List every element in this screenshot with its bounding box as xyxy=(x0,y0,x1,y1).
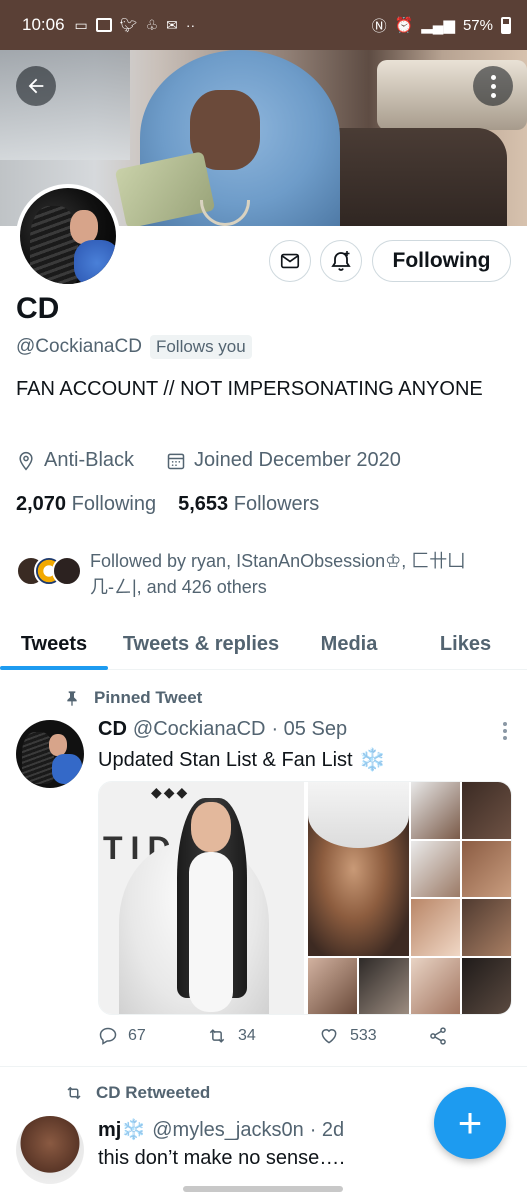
pin-icon xyxy=(67,691,77,706)
media-image-left[interactable]: ◆◆◆ TIDAL xyxy=(99,782,304,1014)
like-button[interactable]: 533 xyxy=(318,1026,428,1046)
follow-stats: 2,070 Following 5,653 Followers xyxy=(16,493,319,516)
tweet-author-handle: @CockianaCD xyxy=(132,718,266,740)
banner-window-left xyxy=(0,50,130,160)
retweet-author-handle: @myles_jacks0n xyxy=(152,1119,304,1141)
message-button[interactable] xyxy=(269,240,311,282)
heart-icon xyxy=(321,1029,337,1044)
calendar-icon xyxy=(167,453,185,469)
bell-plus-icon xyxy=(331,251,351,271)
retweet-header: mj❄️ @myles_jacks0n · 2d xyxy=(98,1117,344,1142)
tab-tweets-replies[interactable]: Tweets & replies xyxy=(108,620,294,669)
tab-likes[interactable]: Likes xyxy=(404,620,527,669)
tweet-divider xyxy=(0,1066,527,1067)
alarm-icon: ⏰ xyxy=(394,17,414,34)
compose-tweet-button[interactable]: + xyxy=(434,1087,506,1159)
follows-you-badge: Follows you xyxy=(149,335,252,359)
profile-tabs: Tweets Tweets & replies Media Likes xyxy=(0,620,527,670)
tweet-more-button[interactable] xyxy=(503,722,507,740)
nfc-icon: Ⓝ xyxy=(371,17,387,35)
plus-icon: + xyxy=(457,1099,483,1146)
notifications-button[interactable] xyxy=(320,240,362,282)
snowflake-emoji: ❄️ xyxy=(358,747,386,772)
tweet-media[interactable]: ◆◆◆ TIDAL xyxy=(98,781,512,1015)
tweet-actions: 67 34 533 xyxy=(98,1026,498,1046)
share-button[interactable] xyxy=(428,1026,448,1046)
profile-display-name: CD xyxy=(16,292,60,325)
reply-icon xyxy=(99,1027,117,1045)
followed-by-avatars xyxy=(16,556,82,588)
retweet-small-icon xyxy=(67,1086,81,1100)
profile-location: Anti-Black xyxy=(44,449,135,471)
tidal-logo-icon: ◆◆◆ xyxy=(151,784,190,800)
followers-stat[interactable]: 5,653 Followers xyxy=(178,493,319,516)
more-vertical-icon xyxy=(490,74,496,98)
location-pin-icon xyxy=(19,451,33,470)
more-icon: ·· xyxy=(185,17,196,33)
status-bar: 10:06 ▭ 🐦︎ ♧ ✉ ·· Ⓝ ⏰ ▂▄▆ 57% xyxy=(0,0,527,50)
profile-joined: Joined December 2020 xyxy=(194,449,401,471)
retweet-date: · 2d xyxy=(309,1119,345,1141)
mail-icon: ✉ xyxy=(166,16,178,33)
profile-meta: Anti-Black Joined December 2020 xyxy=(16,449,401,472)
pinned-tweet-label: Pinned Tweet xyxy=(64,688,202,708)
following-button[interactable]: Following xyxy=(372,240,511,282)
back-arrow-icon xyxy=(28,78,44,94)
status-icons-right: Ⓝ ⏰ ▂▄▆ 57% xyxy=(372,15,511,36)
tab-tweets[interactable]: Tweets xyxy=(0,620,108,670)
tweet-date: · 05 Sep xyxy=(271,718,348,740)
back-button[interactable] xyxy=(16,66,56,106)
retweet-text: this don’t make no sense…. xyxy=(98,1147,345,1169)
retweet-icon xyxy=(209,1029,225,1043)
battery-percent: 57% xyxy=(462,16,493,34)
profile-handle: @CockianaCD xyxy=(16,336,142,357)
media-image-right[interactable] xyxy=(308,782,511,1014)
reply-button[interactable]: 67 xyxy=(98,1026,206,1046)
envelope-icon xyxy=(280,253,300,269)
signal-icon: ▂▄▆ xyxy=(421,17,455,34)
retweet-button[interactable]: 34 xyxy=(206,1026,318,1046)
home-indicator[interactable] xyxy=(183,1186,343,1192)
tab-media[interactable]: Media xyxy=(294,620,404,669)
profile-avatar[interactable] xyxy=(16,184,120,288)
following-stat[interactable]: 2,070 Following xyxy=(16,493,156,516)
twitter-icon: 🐦︎ xyxy=(119,16,138,33)
tweet-avatar[interactable] xyxy=(16,720,84,788)
profile-bio: FAN ACCOUNT // NOT IMPERSONATING ANYONE xyxy=(16,378,483,400)
tweet-header: CD @CockianaCD · 05 Sep xyxy=(98,718,347,741)
retweet-author-name[interactable]: mj❄️ xyxy=(98,1117,146,1142)
battery-icon xyxy=(501,16,511,34)
share-icon xyxy=(430,1027,446,1045)
retweet-author-avatar[interactable] xyxy=(16,1116,84,1184)
tweet-text: Updated Stan List & Fan List ❄️ xyxy=(98,747,386,772)
tweet-author-name[interactable]: CD xyxy=(98,718,127,741)
more-options-button[interactable] xyxy=(473,66,513,106)
followed-by-section[interactable]: Followed by ryan, IStanAnObsession♔, 匚卄凵… xyxy=(16,548,490,600)
shield-app-icon xyxy=(95,18,112,32)
status-time: 10:06 xyxy=(22,15,65,34)
message-icon: ▭ xyxy=(74,16,88,33)
handle-row: @CockianaCD Follows you xyxy=(16,335,252,359)
app-icon: ♧ xyxy=(145,16,159,33)
status-icons-left: ▭ 🐦︎ ♧ ✉ ·· xyxy=(75,17,196,34)
retweeted-label: CD Retweeted xyxy=(64,1083,210,1103)
followed-by-text: Followed by ryan, IStanAnObsession♔, 匚卄凵… xyxy=(90,551,466,597)
